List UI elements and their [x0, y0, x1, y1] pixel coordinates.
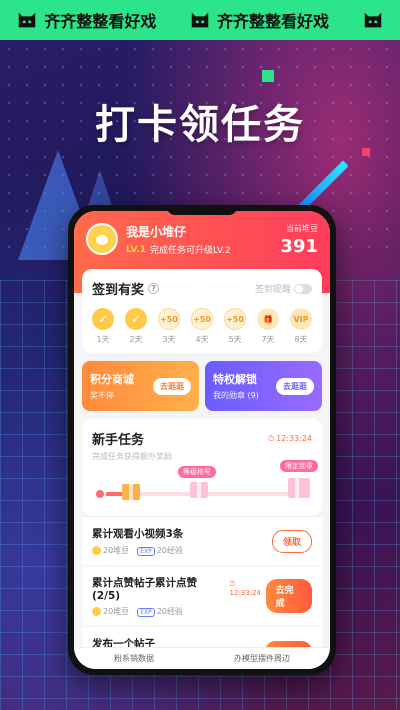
exp-reward-text: 20经验 — [156, 546, 183, 555]
task-timer-text: 12:33:24 — [229, 589, 261, 597]
signin-day[interactable]: ✓ 2天 — [125, 308, 147, 345]
exp-reward: EXP20经验 — [137, 545, 183, 556]
signin-day[interactable]: +50 5天 — [224, 308, 246, 345]
gift-icon[interactable] — [288, 478, 310, 498]
timer-text: 12:33:24 — [276, 434, 312, 443]
promo-title: 积分商城 — [90, 373, 134, 386]
decor-square — [262, 70, 274, 82]
level-badge: LV.1 — [126, 244, 146, 255]
clock-icon: ⏱ — [267, 433, 275, 443]
banner-text: 齐齐整整看好戏 — [217, 12, 330, 31]
profile-level-row: LV.1 完成任务可升级LV.2 — [126, 243, 231, 257]
cat-logo-icon — [364, 12, 381, 28]
privilege-card[interactable]: 特权解锁 我的勋章 (9) 去逛逛 — [205, 361, 322, 411]
go-complete-button[interactable]: 去完成 — [265, 579, 312, 613]
newbie-task-card: 新手任务 ⏱ 12:33:24 完成任务获得额外奖励 等级称号 限定勋章 — [82, 419, 322, 516]
day-label: 5天 — [228, 335, 242, 344]
coin-icon — [92, 607, 101, 616]
exp-reward: EXP20经验 — [137, 606, 183, 617]
signin-day[interactable]: VIP 8天 — [290, 308, 312, 345]
cat-logo-icon — [19, 12, 36, 28]
promo-sub: 我的勋章 (9) — [213, 391, 259, 400]
signin-reminder[interactable]: 签到提醒 — [255, 282, 312, 295]
day-label: 3天 — [162, 335, 176, 344]
task-title: 累计点赞帖子累计点赞 (2/5) ⏱12:33:24 — [92, 575, 266, 602]
task-rewards: 20堆豆 EXP20经验 — [92, 606, 266, 617]
gift-icon[interactable] — [190, 482, 208, 498]
task-timer: ⏱12:33:24 — [229, 580, 261, 597]
coin-reward-text: 20堆豆 — [103, 546, 130, 555]
claim-button[interactable]: 领取 — [271, 529, 312, 553]
points-mall-button[interactable]: 去逛逛 — [153, 377, 191, 395]
tag-limited-medal: 限定勋章 — [280, 460, 318, 472]
coin-reward: 20堆豆 — [92, 545, 129, 556]
bottom-left-label[interactable]: 粉系销数据 — [114, 653, 154, 664]
newbie-progress: 等级称号 限定勋章 — [92, 460, 318, 506]
reminder-label: 签到提醒 — [254, 285, 291, 295]
signin-day[interactable]: +50 4天 — [191, 308, 213, 345]
reward-badge: +50 — [224, 308, 246, 330]
task-row: 累计点赞帖子累计点赞 (2/5) ⏱12:33:24 20堆豆 EXP 20经验 去完成 — [82, 565, 322, 626]
coin-reward: 20堆豆 — [92, 606, 129, 617]
coin-label: 当前堆豆 — [286, 224, 318, 233]
day-label: 8天 — [294, 335, 308, 344]
privilege-button[interactable]: 去逛逛 — [276, 377, 314, 395]
hero-title: 打卡领任务 — [95, 102, 305, 148]
exp-reward-text: 20经验 — [156, 607, 183, 616]
signin-title-text: 签到有奖 — [92, 283, 145, 298]
phone-notch — [167, 205, 237, 215]
level-hint: 完成任务可升级LV.2 — [149, 246, 231, 256]
check-icon: ✓ — [125, 308, 147, 330]
tag-level-title: 等级称号 — [178, 466, 216, 478]
exp-icon: EXP — [137, 608, 155, 617]
signin-day[interactable]: +50 3天 — [158, 308, 180, 345]
day-label: 2天 — [129, 335, 143, 344]
phone-screen: 我是小堆仔 LV.1 完成任务可升级LV.2 当前堆豆 391 签到有奖 ? 签… — [74, 211, 330, 669]
coin-icon — [92, 546, 101, 555]
reward-badge: +50 — [158, 308, 180, 330]
signin-title: 签到有奖 ? — [92, 279, 160, 298]
task-title-text: 累计点赞帖子累计点赞 (2/5) — [92, 577, 197, 602]
banner-chunk: 齐齐整整看好戏 — [16, 8, 156, 32]
progress-dot — [94, 488, 106, 500]
signin-days: ✓ 1天 ✓ 2天 +50 3天 +50 4天 +50 5天 🎁 7天 VIP 8天 — [92, 308, 312, 345]
newbie-title: 新手任务 — [92, 433, 145, 448]
promo-title: 特权解锁 — [213, 373, 257, 386]
task-row: 累计观看小视频3条 20堆豆 EXP 20经验 领取 — [82, 516, 322, 565]
points-mall-card[interactable]: 积分商城 奖不停 去逛逛 — [82, 361, 199, 411]
bottom-strip: 粉系销数据 办模型摆件周边 — [74, 647, 330, 669]
check-icon: ✓ — [92, 308, 114, 330]
help-icon[interactable]: ? — [148, 283, 160, 294]
gift-icon: 🎁 — [257, 308, 279, 330]
day-label: 4天 — [195, 335, 209, 344]
phone-frame: 我是小堆仔 LV.1 完成任务可升级LV.2 当前堆豆 391 签到有奖 ? 签… — [68, 205, 336, 675]
task-rewards: 20堆豆 EXP20经验 — [92, 545, 183, 556]
banner-chunk: 齐齐整整看好戏 — [189, 8, 329, 32]
cat-logo-icon — [191, 12, 209, 28]
task-title-text: 累计观看小视频3条 — [92, 528, 184, 540]
gift-icon[interactable] — [122, 484, 140, 500]
reward-badge: +50 — [191, 308, 213, 330]
top-banner: 齐齐整整看好戏 齐齐整整看好戏 — [0, 0, 400, 40]
promo-sub: 奖不停 — [90, 391, 114, 400]
signin-day[interactable]: ✓ 1天 — [92, 308, 114, 345]
exp-icon: EXP — [137, 547, 155, 556]
day-label: 7天 — [261, 335, 275, 344]
promo-row: 积分商城 奖不停 去逛逛 特权解锁 我的勋章 (9) 去逛逛 — [82, 361, 322, 411]
signin-card: 签到有奖 ? 签到提醒 ✓ 1天 ✓ 2天 +50 3天 +50 4天 +50 5天 🎁 7天 VIP 8… — [82, 269, 322, 353]
coin-reward-text: 20堆豆 — [103, 607, 130, 616]
gift-icon: VIP — [290, 308, 312, 330]
reminder-toggle[interactable] — [294, 283, 312, 294]
avatar[interactable] — [86, 223, 118, 255]
profile-name: 我是小堆仔 — [126, 225, 187, 239]
banner-text: 齐齐整整看好戏 — [44, 12, 157, 31]
day-label: 1天 — [96, 335, 110, 344]
bottom-right-label[interactable]: 办模型摆件周边 — [234, 653, 290, 664]
coin-value: 391 — [280, 236, 318, 257]
newbie-timer: ⏱ 12:33:24 — [268, 434, 312, 444]
newbie-subtitle: 完成任务获得额外奖励 — [92, 452, 172, 461]
signin-day[interactable]: 🎁 7天 — [257, 308, 279, 345]
banner-chunk — [362, 9, 384, 31]
task-title: 累计观看小视频3条 — [92, 526, 183, 541]
